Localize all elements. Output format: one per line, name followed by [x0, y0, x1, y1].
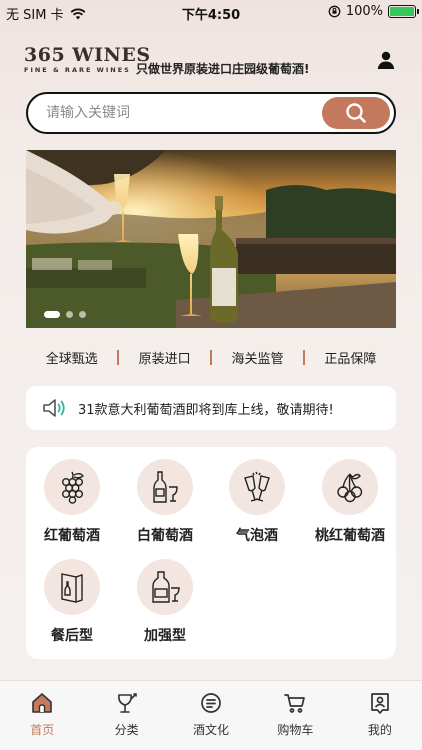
banner-pagination — [44, 311, 86, 318]
category-label: 白葡萄酒 — [137, 528, 193, 544]
pagination-dot[interactable] — [44, 311, 60, 318]
category-label: 加强型 — [144, 628, 186, 644]
speaker-icon — [43, 399, 65, 417]
culture-icon — [201, 693, 221, 713]
tab-label: 我的 — [367, 723, 392, 737]
logo-main-text: 365 WINES — [24, 44, 151, 66]
category-sparkling-wine[interactable]: 气泡酒 — [211, 459, 303, 545]
category-label: 桃红葡萄酒 — [315, 528, 385, 544]
category-icon-circle — [137, 559, 193, 615]
category-icon-circle — [229, 459, 285, 515]
category-dessert-wine[interactable]: 餐后型 — [26, 559, 118, 645]
red-grapes-icon — [61, 471, 84, 504]
category-red-wine[interactable]: 红葡萄酒 — [26, 459, 118, 545]
search-icon — [346, 103, 366, 123]
feature-authentic-guarantee: 正品保障 — [324, 351, 377, 367]
home-icon — [32, 693, 53, 713]
tab-label: 酒文化 — [193, 723, 230, 737]
logo-sub-text: FINE & RARE WINES — [24, 66, 131, 74]
tab-wine-culture[interactable]: 酒文化 — [169, 681, 253, 750]
category-label: 红葡萄酒 — [44, 528, 100, 544]
category-white-wine[interactable]: 白葡萄酒 — [119, 459, 211, 545]
category-icon-circle — [137, 459, 193, 515]
search-bar — [26, 92, 396, 134]
search-button[interactable] — [322, 97, 390, 129]
tab-home[interactable]: 首页 — [0, 681, 84, 750]
slogan: 只做世界原装进口庄园级葡萄酒! — [136, 62, 310, 76]
tab-label: 首页 — [30, 723, 55, 737]
pagination-dot[interactable] — [79, 311, 86, 318]
bottom-tab-bar: 首页 分类 酒文化 购物车 我的 — [0, 680, 422, 750]
category-grid: 红葡萄酒 白葡萄酒 气泡酒 桃红葡萄酒 餐后型 加强型 — [26, 447, 396, 659]
cart-icon — [284, 694, 306, 713]
battery-percent: 100% — [345, 4, 383, 19]
white-wine-bottle-icon — [153, 471, 178, 503]
category-rose-wine[interactable]: 桃红葡萄酒 — [304, 459, 396, 545]
announcement-text: 31款意大利葡萄酒即将到库上线，敬请期待! — [78, 402, 334, 418]
user-icon[interactable] — [376, 50, 396, 70]
dessert-wine-icon — [61, 573, 83, 603]
category-label: 气泡酒 — [236, 528, 278, 544]
search-input[interactable] — [46, 104, 306, 122]
champagne-toast-icon — [244, 471, 270, 502]
battery-icon — [388, 5, 419, 18]
feature-customs-supervision: 海关监管 — [231, 351, 284, 367]
app-header: 365 WINES FINE & RARE WINES 只做世界原装进口庄园级葡… — [24, 44, 398, 80]
announcement-bar[interactable]: 31款意大利葡萄酒即将到库上线，敬请期待! — [26, 386, 396, 430]
category-icon-circle — [322, 459, 378, 515]
tab-label: 分类 — [114, 723, 139, 737]
tab-category[interactable]: 分类 — [84, 681, 168, 750]
category-icon-circle — [44, 559, 100, 615]
tab-cart[interactable]: 购物车 — [253, 681, 337, 750]
status-bar: 无 SIM 卡 下午4:50 100% — [0, 0, 422, 24]
pagination-dot[interactable] — [66, 311, 73, 318]
category-fortified-wine[interactable]: 加强型 — [119, 559, 211, 645]
profile-icon — [370, 693, 389, 714]
cherries-icon — [337, 473, 363, 503]
tab-profile[interactable]: 我的 — [338, 681, 422, 750]
feature-original-import: 原装进口 — [138, 351, 191, 367]
category-label: 餐后型 — [51, 628, 93, 644]
brand-logo: 365 WINES FINE & RARE WINES — [24, 44, 151, 74]
banner-image — [26, 150, 396, 328]
feature-global-selection: 全球甄选 — [45, 351, 98, 367]
category-icon-circle — [44, 459, 100, 515]
wine-glass-icon — [117, 693, 137, 713]
feature-strip: 全球甄选 原装进口 海关监管 正品保障 — [26, 346, 396, 368]
orientation-lock-icon — [328, 5, 341, 18]
tab-label: 购物车 — [277, 723, 314, 737]
fortified-wine-icon — [152, 571, 180, 603]
promo-banner[interactable] — [26, 150, 396, 328]
